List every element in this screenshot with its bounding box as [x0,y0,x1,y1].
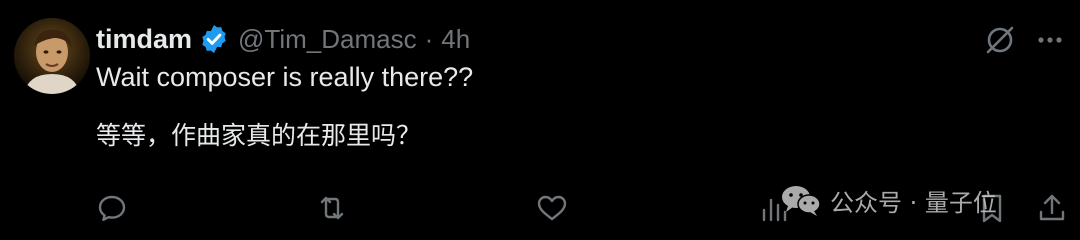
verified-badge-icon [198,23,230,55]
like-icon[interactable] [534,190,570,226]
watermark: 公众号 · 量子位 [780,180,997,220]
wechat-icon [780,183,822,217]
retweet-icon[interactable] [314,190,350,226]
tweet-text-line-2: 等等，作曲家真的在那里吗？ [96,121,422,150]
grok-icon[interactable] [982,22,1018,58]
tweet-header: timdam @Tim_Damasc · 4h [96,20,470,58]
separator-dot: · [424,23,434,54]
tweet-text-line-1: Wait composer is really there?? [96,62,474,92]
timestamp[interactable]: 4h [441,24,470,55]
display-name[interactable]: timdam [96,24,192,55]
avatar[interactable] [14,18,90,94]
watermark-text: 公众号 · 量子位 [830,188,997,217]
more-icon[interactable] [1032,22,1068,58]
share-icon[interactable] [1034,190,1070,226]
reply-icon[interactable] [94,190,130,226]
handle[interactable]: @Tim_Damasc [238,24,417,55]
